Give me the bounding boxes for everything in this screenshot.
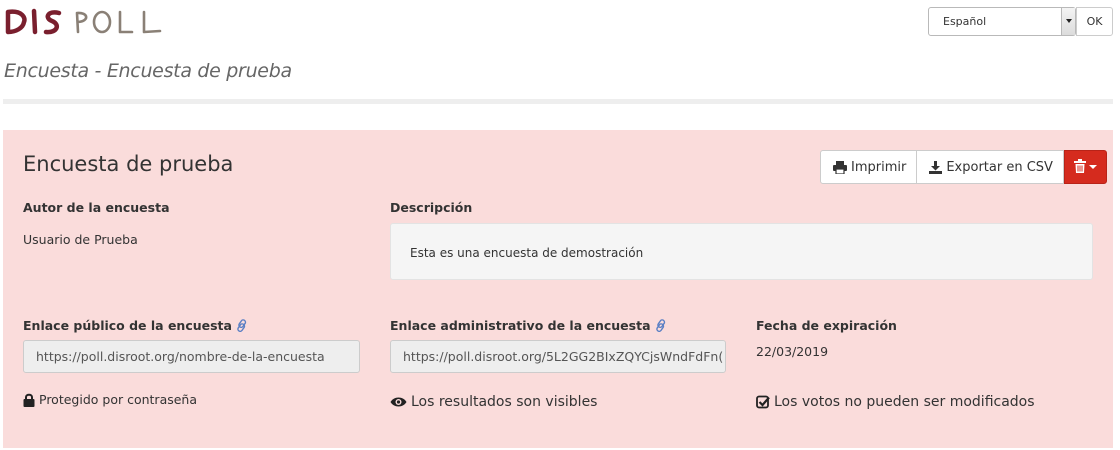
expiration-value: 22/03/2019 [756, 344, 829, 359]
header-divider [3, 99, 1113, 104]
delete-dropdown-button[interactable] [1063, 150, 1107, 184]
author-label: Autor de la encuesta [23, 200, 170, 215]
public-link-label: Enlace público de la encuesta [23, 318, 248, 335]
download-icon [929, 160, 943, 174]
description-box: Esta es una encuesta de demostración [390, 223, 1093, 280]
language-ok-button[interactable]: OK [1076, 7, 1113, 36]
expiration-label: Fecha de expiración [756, 318, 897, 333]
results-flag-text: Los resultados son visibles [411, 394, 598, 410]
poll-actions: Imprimir Exportar en CSV [820, 150, 1107, 184]
chevron-down-icon[interactable] [1061, 8, 1075, 35]
link-icon[interactable] [655, 319, 667, 335]
votes-locked-flag: Los votos no pueden ser modificados [756, 394, 1035, 410]
public-link-field[interactable]: https://poll.disroot.org/nombre-de-la-en… [23, 340, 360, 373]
public-link-label-text: Enlace público de la encuesta [23, 318, 232, 333]
admin-link-label: Enlace administrativo de la encuesta [390, 318, 667, 335]
language-select[interactable]: Español [928, 7, 1076, 36]
admin-link-field[interactable]: https://poll.disroot.org/5L2GG2BIxZQYCjs… [390, 340, 726, 373]
votes-flag-text: Los votos no pueden ser modificados [774, 394, 1035, 410]
poll-panel: Encuesta de prueba Imprimir Exportar en … [3, 130, 1113, 448]
password-flag-text: Protegido por contraseña [39, 392, 198, 407]
caret-down-icon [1088, 165, 1097, 169]
description-value: Esta es una encuesta de demostración [410, 246, 644, 260]
author-value: Usuario de Prueba [23, 232, 138, 247]
print-button-label: Imprimir [851, 159, 907, 175]
print-icon [833, 160, 847, 174]
trash-icon [1073, 158, 1086, 177]
link-icon[interactable] [236, 319, 248, 335]
export-csv-button[interactable]: Exportar en CSV [917, 150, 1064, 184]
admin-link-label-text: Enlace administrativo de la encuesta [390, 318, 651, 333]
description-label: Descripción [390, 200, 473, 215]
results-visible-flag: Los resultados son visibles [390, 394, 597, 410]
password-protected-flag: Protegido por contraseña [23, 392, 197, 407]
export-button-label: Exportar en CSV [946, 159, 1053, 175]
logo-image [5, 8, 162, 35]
lock-icon [23, 393, 35, 407]
poll-title: Encuesta de prueba [23, 152, 234, 176]
dispoll-logo[interactable] [4, 4, 164, 38]
print-button[interactable]: Imprimir [820, 150, 918, 184]
language-select-value: Español [943, 15, 987, 28]
check-square-icon [756, 395, 770, 409]
eye-icon [390, 396, 407, 408]
page-title: Encuesta - Encuesta de prueba [4, 60, 292, 82]
